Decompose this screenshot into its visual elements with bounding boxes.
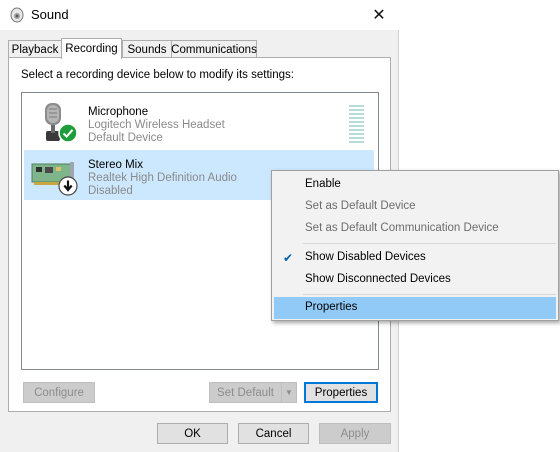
device-description: Realtek High Definition Audio: [88, 172, 237, 184]
menu-item-enable[interactable]: Enable: [274, 174, 556, 196]
tab-sounds[interactable]: Sounds: [122, 40, 172, 58]
device-status: Disabled: [88, 185, 133, 197]
title-bar: Sound ✕: [0, 0, 399, 30]
disabled-arrow-badge-icon: [58, 176, 78, 196]
menu-item-set-default-device[interactable]: Set as Default Device: [274, 196, 556, 218]
properties-button[interactable]: Properties: [304, 382, 378, 403]
level-meter: [349, 105, 364, 145]
menu-item-show-disconnected-devices[interactable]: Show Disconnected Devices: [274, 269, 556, 291]
instruction-text: Select a recording device below to modif…: [21, 69, 294, 81]
device-description: Logitech Wireless Headset: [88, 119, 225, 131]
configure-button[interactable]: Configure: [23, 382, 95, 403]
speaker-icon: [10, 7, 24, 23]
device-item-microphone[interactable]: Microphone Logitech Wireless Headset Def…: [24, 97, 374, 147]
device-status: Default Device: [88, 132, 163, 144]
tab-playback[interactable]: Playback: [8, 40, 62, 58]
context-menu: Enable Set as Default Device Set as Defa…: [271, 170, 559, 321]
close-icon: ✕: [372, 7, 386, 24]
menu-item-show-disabled-devices[interactable]: ✔ Show Disabled Devices: [274, 247, 556, 269]
apply-button[interactable]: Apply: [319, 423, 391, 444]
menu-separator: [303, 294, 556, 295]
tab-recording[interactable]: Recording: [61, 38, 122, 59]
menu-item-set-default-communication-device[interactable]: Set as Default Communication Device: [274, 218, 556, 240]
cancel-button[interactable]: Cancel: [238, 423, 309, 444]
set-default-dropdown[interactable]: ▼: [281, 382, 297, 403]
device-name: Stereo Mix: [88, 159, 143, 171]
set-default-button[interactable]: Set Default: [209, 382, 282, 403]
chevron-down-icon: ▼: [285, 388, 293, 397]
close-button[interactable]: ✕: [359, 0, 399, 30]
window-title: Sound: [31, 7, 69, 22]
menu-separator: [303, 243, 556, 244]
tab-communications[interactable]: Communications: [171, 40, 257, 58]
device-name: Microphone: [88, 106, 149, 118]
menu-item-properties[interactable]: Properties: [274, 297, 556, 319]
checkmark-icon: ✔: [283, 251, 294, 265]
green-check-badge-icon: [58, 123, 78, 143]
ok-button[interactable]: OK: [157, 423, 228, 444]
